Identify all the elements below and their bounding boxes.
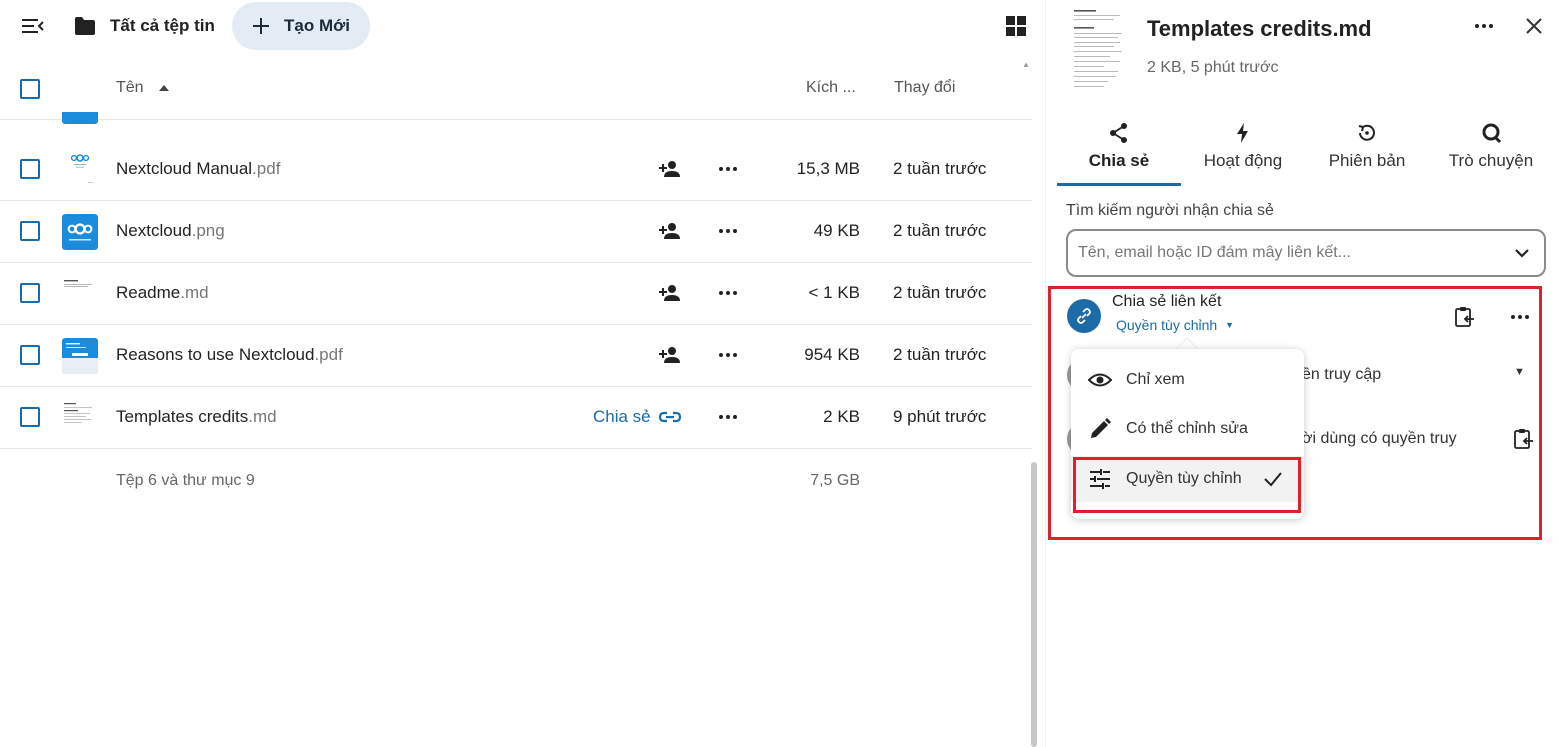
more-actions-icon[interactable] [716,157,740,181]
shared-label[interactable]: Chia sẻ [593,407,651,427]
breadcrumb-all-files[interactable]: Tất cả tệp tin [74,13,215,39]
tab-chat[interactable]: Trò chuyện [1429,118,1553,186]
breadcrumb-label: Tất cả tệp tin [110,16,215,35]
file-name[interactable]: Readme.md [116,283,209,303]
files-summary: Tệp 6 và thư mục 9 7,5 GB [0,458,1032,502]
row-checkbox[interactable] [20,345,40,365]
row-checkbox[interactable] [20,159,40,179]
highlight-annotation [1048,286,1542,540]
share-user-icon[interactable] [658,219,682,243]
share-search-field[interactable] [1066,229,1546,277]
chevron-down-icon[interactable] [1512,243,1532,263]
share-search-label: Tìm kiếm người nhận chia sẻ [1066,202,1274,219]
new-button-label: Tạo Mới [284,16,350,35]
link-icon[interactable] [658,405,682,429]
pdf-thumbnail [62,152,98,188]
new-button[interactable]: Tạo Mới [232,2,370,50]
plus-icon [253,18,269,34]
sort-ascending-icon [158,85,169,91]
talk-icon [1482,123,1502,144]
sort-by-size[interactable]: Kích ... [806,79,856,97]
more-actions-icon[interactable] [1472,14,1496,38]
file-name[interactable]: Templates credits.md [116,407,277,427]
sidebar-subtitle: 2 KB, 5 phút trước [1147,59,1279,76]
share-search-input[interactable] [1078,241,1498,265]
share-user-icon[interactable] [658,343,682,367]
file-size: 954 KB [804,345,860,364]
file-size: 2 KB [823,407,860,426]
tab-label: Trò chuyện [1448,151,1534,170]
file-name[interactable]: Reasons to use Nextcloud.pdf [116,345,343,365]
share-user-icon[interactable] [658,281,682,305]
sort-by-modified[interactable]: Thay đổi [894,79,955,97]
close-icon[interactable] [1522,14,1546,38]
sort-by-name[interactable]: Tên [116,79,170,97]
files-topbar: Tất cả tệp tin Tạo Mới [0,0,1032,52]
tab-label: Hoạt động [1203,151,1283,170]
tab-sharing[interactable]: Chia sẻ [1057,118,1181,186]
scrollbar[interactable] [1031,462,1037,747]
tab-activity[interactable]: Hoạt động [1181,118,1305,186]
details-sidebar: Templates credits.md 2 KB, 5 phút trước … [1045,0,1558,747]
share-user-icon[interactable] [658,157,682,181]
more-actions-icon[interactable] [716,343,740,367]
files-panel: Tất cả tệp tin Tạo Mới Tên Kích ... Thay… [0,0,1037,747]
share-icon [1110,123,1127,143]
image-thumbnail [62,214,98,250]
summary-total-size: 7,5 GB [810,472,860,489]
more-actions-icon[interactable] [716,281,740,305]
lightning-icon [1237,123,1248,143]
row-checkbox[interactable] [20,407,40,427]
file-size: 49 KB [813,221,860,240]
summary-counts: Tệp 6 và thư mục 9 [116,472,255,489]
sidebar-title: Templates credits.md [1147,16,1372,41]
more-actions-icon[interactable] [716,405,740,429]
pdf-thumbnail [62,338,98,374]
tab-label: Chia sẻ [1088,151,1150,170]
row-checkbox[interactable] [20,283,40,303]
file-name[interactable]: Nextcloud Manual.pdf [116,159,280,179]
file-row[interactable]: Templates credits.md Chia sẻ 2 KB 9 phút… [0,387,1032,449]
file-modified: 2 tuần trước [893,283,987,302]
row-checkbox[interactable] [20,221,40,241]
file-size: < 1 KB [808,283,860,302]
sidebar-tabs: Chia sẻ Hoạt động Phiên bản Trò chuyện [1057,118,1553,188]
menu-collapse-icon[interactable] [18,14,46,38]
tab-versions[interactable]: Phiên bản [1305,118,1429,186]
file-modified: 2 tuần trước [893,221,987,240]
file-row[interactable]: Nextcloud Manual.pdf 15,3 MB 2 tuần trướ… [0,139,1032,201]
file-row[interactable]: Readme.md < 1 KB 2 tuần trước [0,263,1032,325]
file-modified: 2 tuần trước [893,159,987,178]
grid-view-icon[interactable] [1005,15,1027,37]
file-name[interactable]: Nextcloud.png [116,221,225,241]
tab-label: Phiên bản [1328,151,1406,170]
more-actions-icon[interactable] [716,219,740,243]
file-thumbnail [62,112,98,124]
history-icon [1358,124,1375,141]
file-preview [1060,4,1126,90]
file-modified: 9 phút trước [893,407,987,426]
folder-icon [75,17,95,35]
file-row[interactable]: Reasons to use Nextcloud.pdf 954 KB 2 tu… [0,325,1032,387]
file-list-header: Tên Kích ... Thay đổi [0,60,1032,120]
file-row[interactable]: Nextcloud.png 49 KB 2 tuần trước [0,201,1032,263]
scroll-up-icon[interactable]: ▲ [1022,60,1030,69]
text-thumbnail [62,276,98,312]
select-all-checkbox[interactable] [20,79,40,99]
text-thumbnail [62,400,98,436]
file-modified: 2 tuần trước [893,345,987,364]
header-name-label: Tên [116,79,144,96]
file-size: 15,3 MB [796,159,860,178]
